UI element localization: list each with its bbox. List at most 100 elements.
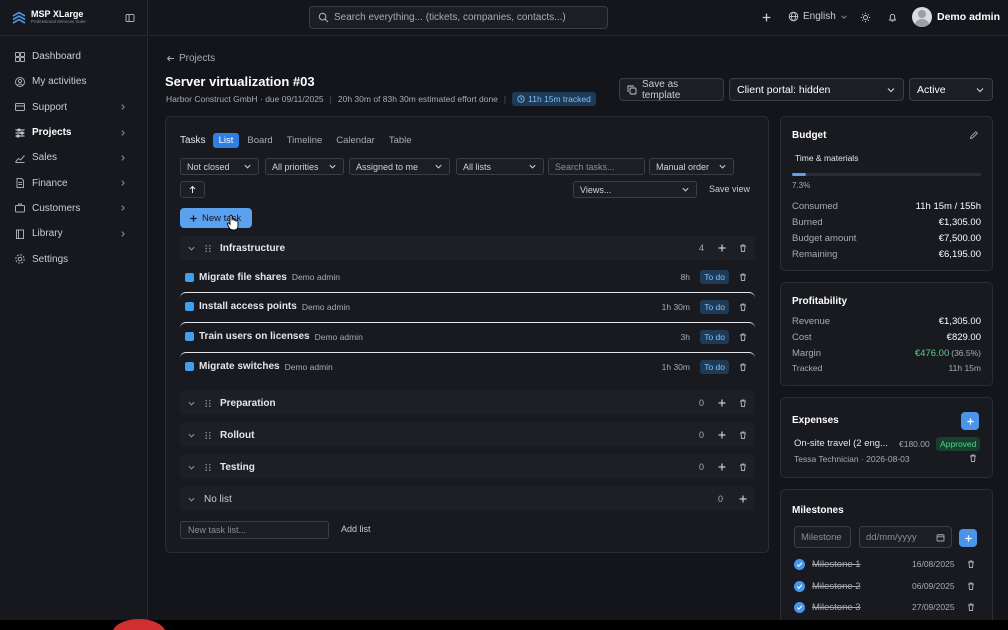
drag-handle-icon[interactable] <box>204 463 212 472</box>
assignee-filter-select[interactable]: Assigned to me <box>349 158 450 175</box>
chevron-down-icon[interactable] <box>187 431 196 440</box>
tracked-badge: 11h 15m tracked <box>512 92 596 106</box>
sidebar-collapse-icon[interactable] <box>125 13 135 23</box>
sidebar-item-sales[interactable]: Sales <box>0 145 147 170</box>
milestone-checkbox[interactable] <box>794 580 805 592</box>
back-label: Projects <box>179 53 216 64</box>
save-as-template-button[interactable]: Save as template <box>619 78 724 101</box>
milestone-checkbox[interactable] <box>794 601 805 613</box>
back-link[interactable]: Projects <box>166 53 215 64</box>
trash-icon[interactable] <box>738 462 748 472</box>
add-task-icon[interactable] <box>717 430 727 440</box>
profit-row-margin: Margin €476.00 (36.5%) <box>792 348 981 359</box>
tab-list[interactable]: List <box>212 133 240 148</box>
trash-icon[interactable] <box>738 302 748 312</box>
trash-icon[interactable] <box>968 453 978 463</box>
client-portal-select[interactable]: Client portal: hidden <box>729 78 904 101</box>
pencil-icon[interactable] <box>969 130 979 140</box>
task-checkbox[interactable] <box>185 362 194 371</box>
add-list-button[interactable]: Add list <box>341 524 371 534</box>
list-filter-select[interactable]: All lists <box>456 158 544 175</box>
sort-direction-button[interactable] <box>180 181 205 198</box>
milestone-date-input[interactable]: dd/mm/yyyy <box>859 526 952 548</box>
company-due: Harbor Construct GmbH · due 09/11/2025 <box>166 94 324 104</box>
task-row[interactable]: Install access points Demo admin 1h 30m … <box>180 292 755 320</box>
expense-name[interactable]: On-site travel (2 eng... <box>794 438 888 449</box>
add-milestone-button[interactable] <box>959 529 977 547</box>
trash-icon[interactable] <box>738 243 748 253</box>
save-view-button[interactable]: Save view <box>709 184 750 194</box>
task-checkbox[interactable] <box>185 332 194 341</box>
quick-add-icon[interactable] <box>761 12 772 23</box>
milestone-row[interactable]: Milestone 1 16/08/2025 <box>794 557 979 571</box>
status-badge[interactable]: To do <box>700 359 729 374</box>
views-select[interactable]: Views... <box>573 181 697 198</box>
sidebar-item-support[interactable]: Support <box>0 95 147 120</box>
tab-timeline[interactable]: Timeline <box>281 133 329 148</box>
add-task-icon[interactable] <box>738 494 748 504</box>
new-task-list-input[interactable]: New task list... <box>180 521 329 539</box>
add-expense-button[interactable] <box>961 412 979 430</box>
status-badge[interactable]: To do <box>700 299 729 314</box>
milestone-row[interactable]: Milestone 2 06/09/2025 <box>794 579 979 593</box>
brand[interactable]: MSP XLarge Professional Services Suite <box>0 0 147 36</box>
task-group-preparation[interactable]: Preparation 0 <box>180 391 755 415</box>
task-row[interactable]: Train users on licenses Demo admin 3h To… <box>180 322 755 350</box>
task-checkbox[interactable] <box>185 272 194 282</box>
trash-icon[interactable] <box>738 362 748 372</box>
bell-icon[interactable] <box>887 12 898 23</box>
add-task-icon[interactable] <box>717 398 727 408</box>
order-select[interactable]: Manual order <box>649 158 734 175</box>
trash-icon[interactable] <box>966 559 976 569</box>
trash-icon[interactable] <box>738 398 748 408</box>
priority-filter-select[interactable]: All priorities <box>265 158 344 175</box>
chevron-down-icon[interactable] <box>187 495 196 504</box>
sidebar-item-projects[interactable]: Projects <box>0 120 147 145</box>
status-badge[interactable]: To do <box>700 329 729 344</box>
task-group-testing[interactable]: Testing 0 <box>180 455 755 479</box>
task-row[interactable]: Migrate file shares Demo admin 8h To do <box>180 263 755 291</box>
project-status-select[interactable]: Active <box>909 78 993 101</box>
trash-icon[interactable] <box>738 332 748 342</box>
closed-filter-select[interactable]: Not closed <box>180 158 259 175</box>
add-task-icon[interactable] <box>717 462 727 472</box>
task-group-infrastructure[interactable]: Infrastructure 4 <box>180 236 755 260</box>
task-group-no-list[interactable]: No list 0 <box>180 487 755 511</box>
task-checkbox[interactable] <box>185 302 194 311</box>
sun-icon[interactable] <box>860 12 871 23</box>
trash-icon[interactable] <box>966 602 976 612</box>
milestone-checkbox[interactable] <box>794 558 805 570</box>
milestone-row[interactable]: Milestone 3 27/09/2025 <box>794 600 979 614</box>
status-badge[interactable]: To do <box>700 270 729 284</box>
tab-board[interactable]: Board <box>241 133 278 148</box>
sidebar-item-library[interactable]: Library <box>0 221 147 246</box>
plus-icon <box>964 534 973 543</box>
sidebar-item-settings[interactable]: Settings <box>0 246 147 271</box>
milestone-name-input[interactable]: Milestone <box>794 526 851 548</box>
drag-handle-icon[interactable] <box>204 399 212 408</box>
task-search-input[interactable]: Search tasks... <box>548 158 645 175</box>
trash-icon[interactable] <box>738 272 748 282</box>
global-search-input[interactable]: Search everything... (tickets, companies… <box>309 6 608 29</box>
user-menu[interactable]: Demo admin <box>912 7 1000 27</box>
sidebar-item-finance[interactable]: Finance <box>0 170 147 195</box>
calendar-icon[interactable] <box>936 533 945 542</box>
task-owner: Demo admin <box>291 272 340 282</box>
chevron-down-icon[interactable] <box>187 244 196 253</box>
trash-icon[interactable] <box>966 581 976 591</box>
new-task-button[interactable]: New task <box>180 208 252 228</box>
chevron-down-icon[interactable] <box>187 399 196 408</box>
sidebar-item-customers[interactable]: Customers <box>0 196 147 221</box>
sidebar-item-my-activities[interactable]: My activities <box>0 69 147 94</box>
task-row[interactable]: Migrate switches Demo admin 1h 30m To do <box>180 352 755 380</box>
tab-calendar[interactable]: Calendar <box>330 133 381 148</box>
tab-table[interactable]: Table <box>383 133 418 148</box>
trash-icon[interactable] <box>738 430 748 440</box>
task-group-rollout[interactable]: Rollout 0 <box>180 423 755 447</box>
drag-handle-icon[interactable] <box>204 244 212 253</box>
drag-handle-icon[interactable] <box>204 431 212 440</box>
add-task-icon[interactable] <box>717 243 727 253</box>
sidebar-item-dashboard[interactable]: Dashboard <box>0 44 147 69</box>
chevron-down-icon[interactable] <box>187 463 196 472</box>
language-selector[interactable]: English <box>788 11 852 22</box>
